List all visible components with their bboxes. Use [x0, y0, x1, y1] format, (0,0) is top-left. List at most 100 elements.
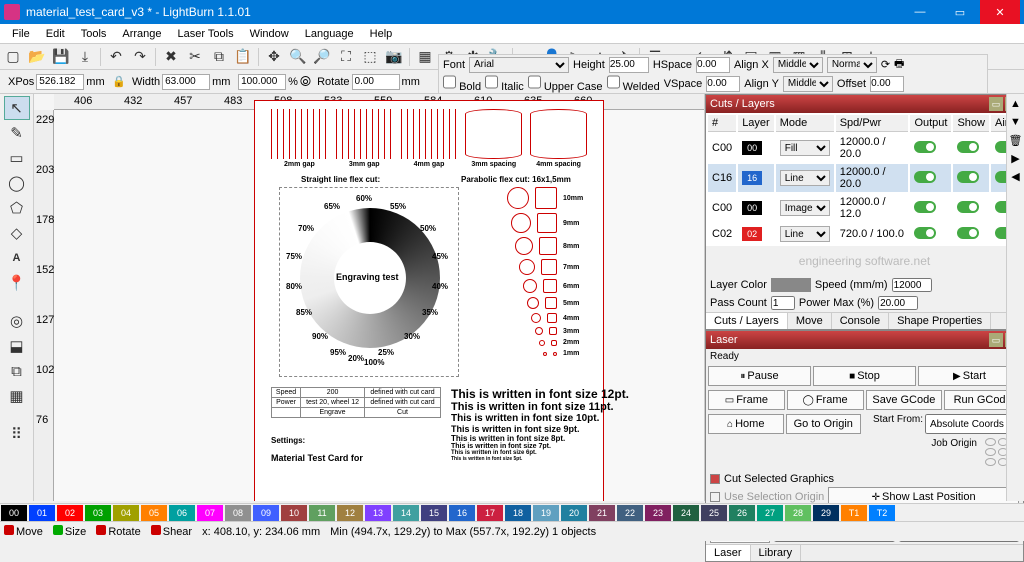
w100-input[interactable] [238, 74, 286, 90]
stop-button[interactable]: ■ Stop [813, 366, 916, 386]
color-chip[interactable]: 03 [85, 505, 111, 521]
zoom-out-icon[interactable]: 🔎 [311, 46, 333, 68]
color-chip[interactable]: 19 [533, 505, 559, 521]
mode-select[interactable]: Line [780, 226, 830, 242]
design-page[interactable]: 2mm gap 3mm gap 4mm gap 3mm spacing 4mm … [254, 100, 604, 501]
color-chip[interactable]: 06 [169, 505, 195, 521]
color-chip[interactable]: 20 [561, 505, 587, 521]
show-toggle[interactable] [957, 141, 979, 153]
hspace[interactable] [696, 57, 730, 73]
copy-icon[interactable]: ⧉ [208, 46, 230, 68]
engraving-wheel-selection[interactable]: Engraving test 60% 55% 50% 45% 40% 35% 3… [279, 187, 459, 377]
menu-file[interactable]: File [4, 28, 38, 40]
welded-check[interactable] [607, 74, 620, 90]
use-selection-check[interactable] [710, 492, 720, 502]
color-chip[interactable]: 27 [757, 505, 783, 521]
font-height[interactable] [609, 57, 649, 73]
save-icon[interactable]: 💾 [50, 46, 72, 68]
color-chip[interactable]: 21 [589, 505, 615, 521]
menu-window[interactable]: Window [242, 28, 297, 40]
speed-input[interactable] [892, 278, 932, 292]
upper-check[interactable] [528, 74, 541, 90]
color-chip[interactable]: 01 [29, 505, 55, 521]
powermax-input[interactable] [878, 296, 918, 310]
italic-check[interactable] [485, 74, 498, 90]
draw-tool[interactable]: ✎ [4, 121, 30, 145]
tab-move[interactable]: Move [788, 313, 832, 329]
color-chip[interactable]: 15 [421, 505, 447, 521]
alignx-select[interactable]: Middle [773, 57, 823, 73]
lock-icon[interactable]: 🔒 [112, 75, 126, 88]
menu-language[interactable]: Language [297, 28, 362, 40]
boolean-tool[interactable]: ⧉ [4, 359, 30, 383]
new-icon[interactable]: ▢ [2, 46, 24, 68]
open-icon[interactable]: 📂 [26, 46, 48, 68]
text-tool[interactable]: A [4, 246, 30, 270]
color-chip[interactable]: 23 [645, 505, 671, 521]
color-chip[interactable]: 26 [729, 505, 755, 521]
color-chip[interactable]: 16 [449, 505, 475, 521]
menu-arrange[interactable]: Arrange [114, 28, 169, 40]
cut-icon[interactable]: ✂ [184, 46, 206, 68]
laser-float-button[interactable]: ▭ [989, 333, 1003, 347]
menu-tools[interactable]: Tools [73, 28, 115, 40]
redo-icon[interactable]: ↷ [129, 46, 151, 68]
refresh-icon[interactable]: ⟳ [881, 58, 890, 71]
minimize-button[interactable]: — [900, 0, 940, 24]
pause-button[interactable]: ⏸ Pause [708, 366, 811, 386]
color-chip[interactable]: 05 [141, 505, 167, 521]
mode-select[interactable]: Fill [780, 140, 830, 156]
color-chip[interactable]: 12 [337, 505, 363, 521]
printer-icon[interactable]: 🖶 [894, 55, 904, 74]
preview-icon[interactable]: ▦ [414, 46, 436, 68]
show-toggle[interactable] [957, 171, 979, 183]
color-chip[interactable]: 25 [701, 505, 727, 521]
left-arrow-icon[interactable]: ◀ [1009, 170, 1023, 184]
aligny-select[interactable]: Middle [783, 76, 833, 92]
cut-selected-check[interactable] [710, 474, 720, 484]
color-chip[interactable]: T1 [841, 505, 867, 521]
down-arrow-icon[interactable]: ▼ [1009, 116, 1023, 130]
color-chip[interactable]: 22 [617, 505, 643, 521]
offset[interactable] [870, 76, 904, 92]
home-button[interactable]: ⌂ Home [708, 414, 784, 434]
color-chip[interactable]: 29 [813, 505, 839, 521]
polygon-tool[interactable]: ⬠ [4, 196, 30, 220]
color-chip[interactable]: 17 [477, 505, 503, 521]
tab-console[interactable]: Console [832, 313, 889, 329]
camera-icon[interactable]: 📷 [383, 46, 405, 68]
panel-float-button[interactable]: ▭ [989, 97, 1003, 111]
layer-row[interactable]: C0202 Line 720.0 / 100.0 [708, 224, 1021, 244]
edit-nodes-tool[interactable]: ◇ [4, 221, 30, 245]
layer-row[interactable]: C1616 Line 12000.0 / 20.0 [708, 164, 1021, 192]
color-chip[interactable]: 18 [505, 505, 531, 521]
tab-cuts-layers[interactable]: Cuts / Layers [706, 313, 788, 329]
color-chip[interactable]: 10 [281, 505, 307, 521]
color-chip[interactable]: 00 [1, 505, 27, 521]
xpos-input[interactable] [36, 74, 84, 90]
workarea[interactable]: 2mm gap 3mm gap 4mm gap 3mm spacing 4mm … [54, 110, 704, 501]
array-tool[interactable]: ▦ [4, 384, 30, 408]
tab-shape-props[interactable]: Shape Properties [889, 313, 991, 329]
color-chip[interactable]: 13 [365, 505, 391, 521]
frame-rect-button[interactable]: ▭ Frame [708, 390, 785, 410]
offset-tool[interactable]: ◎ [4, 309, 30, 333]
layer-color-swatch[interactable] [771, 278, 811, 292]
output-toggle[interactable] [914, 171, 936, 183]
marker-tool[interactable]: 📍 [4, 271, 30, 295]
layer-row[interactable]: C0000 Fill 12000.0 / 20.0 [708, 134, 1021, 162]
width-input[interactable] [162, 74, 210, 90]
ellipse-tool[interactable]: ◯ [4, 171, 30, 195]
zoom-in-icon[interactable]: 🔍 [287, 46, 309, 68]
bold-check[interactable] [443, 74, 456, 90]
show-toggle[interactable] [957, 227, 979, 239]
pan-icon[interactable]: ✥ [263, 46, 285, 68]
show-toggle[interactable] [957, 201, 979, 213]
up-arrow-icon[interactable]: ▲ [1009, 98, 1023, 112]
color-chip[interactable]: 08 [225, 505, 251, 521]
zoom-fit-icon[interactable]: ⛶ [335, 46, 357, 68]
import-icon[interactable]: ⤓ [74, 46, 96, 68]
save-gcode-button[interactable]: Save GCode [866, 390, 943, 410]
right-arrow-icon[interactable]: ▶ [1009, 152, 1023, 166]
paste-icon[interactable]: 📋 [232, 46, 254, 68]
